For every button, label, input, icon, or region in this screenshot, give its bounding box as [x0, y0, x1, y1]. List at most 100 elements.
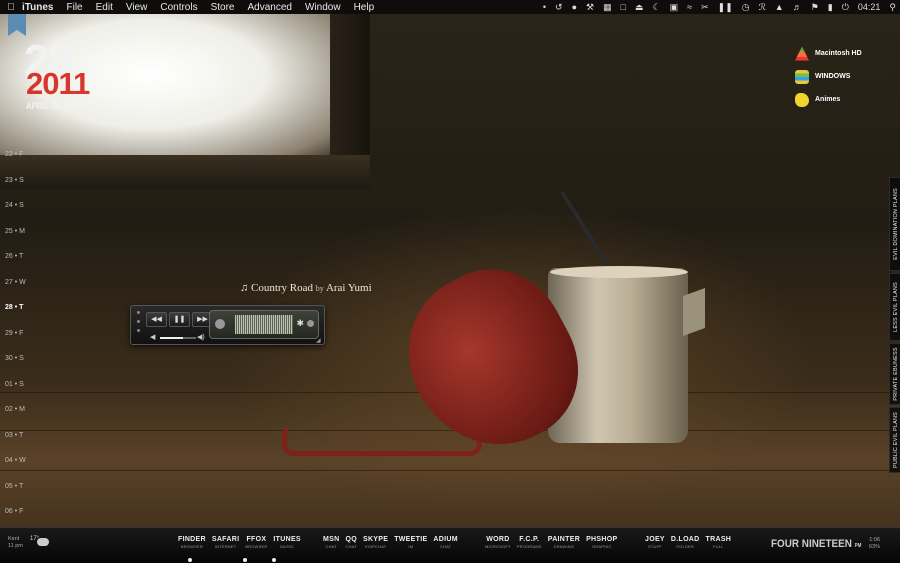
clock-words: FOUR NINETEEN PM	[771, 538, 861, 550]
calendar-day-row: 22 • F	[5, 151, 45, 177]
dock-item-safari[interactable]: SAFARI INTERNET	[212, 536, 239, 549]
menubar-clock[interactable]: 04:21	[858, 2, 881, 12]
shuffle-icon[interactable]: ✱	[296, 318, 304, 329]
dock-item-skype[interactable]: SKYPE VOIPCHAT	[363, 536, 388, 549]
pause-button[interactable]: ❚❚	[169, 312, 190, 327]
calendar-weekday: S	[19, 380, 24, 388]
weather-location: Kent 11 pm	[8, 536, 23, 550]
skype-status-icon[interactable]: ●	[572, 2, 577, 12]
chat-icon[interactable]: □	[621, 2, 626, 12]
dock-item-msn[interactable]: MSN CHAT	[323, 536, 339, 549]
display-icon[interactable]: ▣	[670, 2, 679, 13]
side-tab-evil-domination-plans[interactable]: EVIL DOMINATION PLANS	[889, 177, 900, 271]
sync-icon[interactable]: ↺	[555, 2, 563, 13]
dock-item-title: SKYPE	[362, 536, 389, 543]
drive-macintosh-hd[interactable]: Macintosh HD	[795, 42, 895, 65]
dock-item-finder[interactable]: FINDER BROWSER	[178, 536, 206, 549]
dock-item-qq[interactable]: QQ CHAT	[345, 536, 357, 549]
floor-line	[0, 470, 900, 471]
drive-windows[interactable]: WINDOWS	[795, 65, 895, 88]
close-dot[interactable]	[137, 311, 140, 314]
bluetooth-icon[interactable]: ℛ	[759, 2, 766, 13]
calendar-weekday: W	[19, 278, 26, 286]
minimize-dot[interactable]	[137, 320, 140, 323]
calendar-day-row: 05 • T	[5, 483, 45, 509]
dock-item-joey[interactable]: JOEY STUFF	[645, 536, 665, 549]
menu-store[interactable]: Store	[211, 2, 235, 13]
battery-icon[interactable]: ▮	[828, 2, 833, 13]
drive-animes[interactable]: Animes	[795, 88, 895, 111]
wifi-icon[interactable]: ▲	[775, 2, 784, 12]
dock-item-title: MSN	[323, 536, 340, 543]
running-indicator	[272, 558, 276, 562]
calendar-day-row: 24 • S	[5, 202, 45, 228]
menu-edit[interactable]: Edit	[96, 2, 113, 13]
dock-item-dload[interactable]: D.LOAD FOLDER	[671, 536, 700, 549]
dock-item-subtitle: MUSIC	[280, 544, 295, 549]
dock-item-fcp[interactable]: F.C.P. PROGRAMS	[517, 536, 542, 549]
side-tab-label: EVIL DOMINATION PLANS	[892, 188, 899, 260]
side-tab-private-ebuness[interactable]: PRIVATE EBUNESS	[889, 343, 900, 405]
running-indicator	[188, 558, 192, 562]
calendar-strip: 22 • F 23 • S 24 • S 25 • M 26 • T 27 • W 28 •…	[5, 151, 45, 534]
calendar-weekday: F	[19, 329, 24, 337]
menu-help[interactable]: Help	[354, 2, 375, 13]
us-flag-icon[interactable]: ⚑	[811, 2, 819, 13]
time-machine-icon[interactable]: ◷	[742, 2, 750, 13]
menu-advanced[interactable]: Advanced	[248, 2, 292, 13]
desktop-wallpaper	[0, 0, 900, 562]
side-stack-tabs: EVIL DOMINATION PLANS LESS EVIL PLANS PR…	[889, 177, 900, 475]
dock-item-title: PHSHOP	[586, 536, 618, 543]
power-icon[interactable]: ⏻	[842, 2, 849, 13]
dock-group-browsers: FINDER BROWSER SAFARI INTERNET FFOX BROWSER IT…	[178, 536, 307, 549]
apple-menu-icon[interactable]: 	[0, 2, 22, 13]
dock-item-subtitle: MICROSOFT	[485, 544, 511, 549]
dock-item-phshop[interactable]: PHSHOP GRAPHIC	[586, 536, 617, 549]
clock-words-text: FOUR NINETEEN	[771, 538, 852, 550]
dock-item-adium[interactable]: ADIUM CHAT	[433, 536, 457, 549]
pot-rim	[550, 266, 688, 278]
pause-icon[interactable]: ❚❚	[718, 2, 733, 13]
window-buttons	[137, 311, 141, 338]
calendar-day-number: 26	[5, 253, 13, 260]
rss-icon[interactable]: ≈	[687, 2, 692, 12]
dock-item-title: JOEY	[645, 536, 665, 543]
dock-item-ffox[interactable]: FFOX BROWSER	[245, 536, 267, 549]
resize-grip-icon[interactable]: ◢	[316, 337, 321, 344]
wrench-icon[interactable]: ⚒	[586, 2, 594, 13]
scissors-icon[interactable]: ✂	[701, 2, 709, 13]
moon-icon[interactable]: ☾	[653, 2, 661, 13]
calendar-weekday: F	[19, 508, 24, 515]
spotlight-icon[interactable]: ⚲	[889, 2, 896, 13]
dock-item-tweetie[interactable]: TWEETIE IM	[394, 536, 427, 549]
rewind-button[interactable]: ◀◀	[146, 312, 167, 327]
dock-item-word[interactable]: WORD MICROSOFT	[485, 536, 511, 549]
menu-window[interactable]: Window	[305, 2, 341, 13]
watermelon-drive-icon	[795, 46, 809, 61]
lcd-play-icon[interactable]	[215, 319, 225, 329]
eject-icon[interactable]: ⏏	[635, 2, 644, 13]
dock-item-title: WORD	[486, 536, 510, 543]
menu-controls[interactable]: Controls	[160, 2, 197, 13]
volume-icon[interactable]: ♬	[793, 2, 802, 12]
menu-app-name[interactable]: iTunes	[22, 2, 53, 13]
side-tab-less-evil-plans[interactable]: LESS EVIL PLANS	[889, 273, 900, 341]
menu-view[interactable]: View	[126, 2, 148, 13]
calendar-weekday: T	[19, 431, 24, 439]
dock-item-subtitle: GRAPHIC	[591, 544, 612, 549]
dock-item-subtitle: FULL	[713, 544, 724, 549]
dock-item-trash[interactable]: TRASH FULL	[706, 536, 732, 549]
calendar-day-number: 25	[5, 227, 13, 235]
status-dot-icon[interactable]: •	[543, 2, 546, 12]
menu-file[interactable]: File	[66, 2, 82, 13]
side-tab-public-evil-plans[interactable]: PUBLIC EVIL PLANS	[889, 407, 900, 473]
dock-item-itunes[interactable]: ITUNES MUSIC	[273, 536, 300, 549]
dock-item-painter[interactable]: PAINTER DRAWING	[548, 536, 580, 549]
volume-slider[interactable]	[160, 337, 196, 339]
repeat-icon[interactable]	[307, 320, 314, 327]
calendar-day-row: 26 • T	[5, 253, 45, 279]
zoom-dot[interactable]	[137, 329, 140, 332]
dock-item-title: F.C.P.	[519, 536, 540, 543]
calendar-day-number: 24	[5, 202, 13, 209]
grid-icon[interactable]: ▦	[603, 2, 612, 13]
